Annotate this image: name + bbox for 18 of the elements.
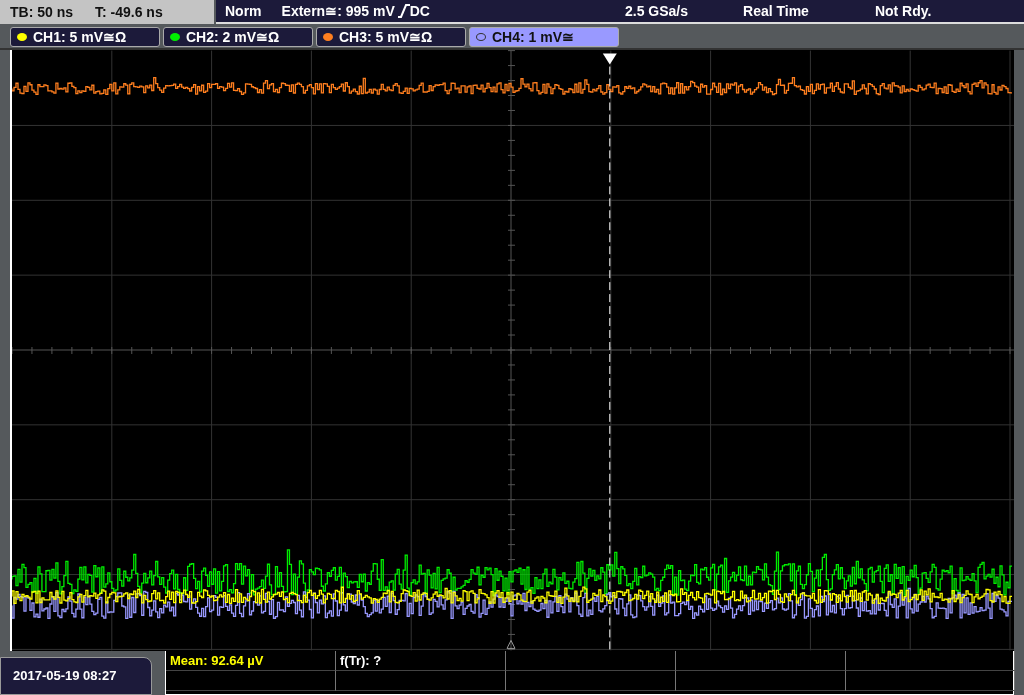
sample-rate-readout: 2.5 GSa/s xyxy=(624,1,688,21)
trigger-mode-readout: Norm xyxy=(225,1,262,21)
reference-marker-icon xyxy=(506,639,516,649)
status-readout: Not Rdy. xyxy=(874,1,932,21)
acquisition-mode-readout: Real Time xyxy=(743,1,809,21)
channel-tab[interactable]: CH2: 2 mV≅Ω xyxy=(163,27,313,47)
channel-tab[interactable]: CH3: 5 mV≅Ω xyxy=(316,27,466,47)
channel-tab[interactable]: CH4: 1 mV≅ xyxy=(469,27,619,47)
coupling-readout: DC xyxy=(409,1,430,21)
rising-edge-icon xyxy=(397,4,410,18)
channel-tab[interactable]: CH1: 5 mV≅Ω xyxy=(10,27,160,47)
timebase-readout: TB: 50 ns xyxy=(10,2,73,22)
trigger-marker-icon[interactable] xyxy=(602,53,617,65)
trigger-time-readout: T: -49.6 ns xyxy=(95,2,163,22)
date-time-readout: 2017-05-19 08:27 xyxy=(0,657,152,695)
measurement-readout: Mean: 92.64 µV xyxy=(170,653,264,668)
trigger-source-readout: Extern≅: 995 mV xyxy=(281,1,395,21)
measurement-readout: f(Tr): ? xyxy=(340,653,382,668)
